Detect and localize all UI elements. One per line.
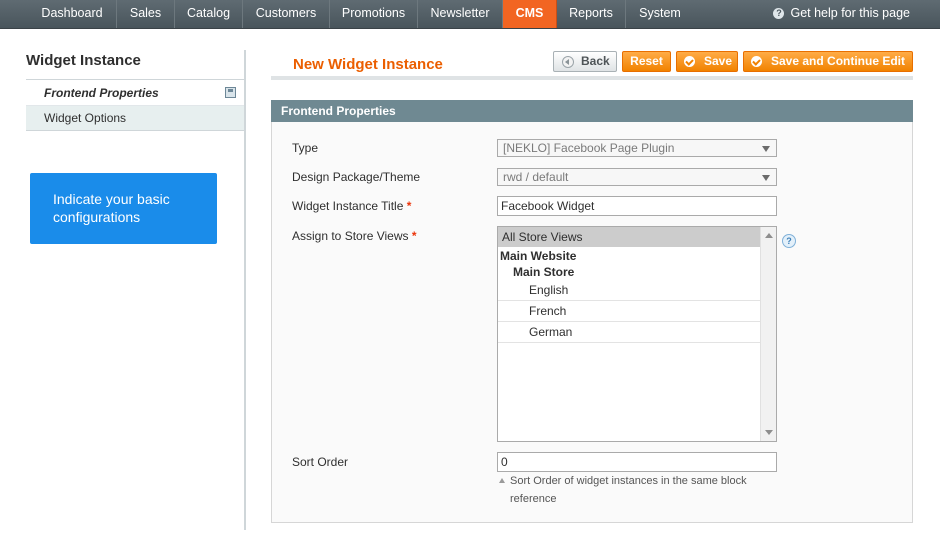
store-view-option-all[interactable]: All Store Views bbox=[498, 227, 761, 247]
sidebar-tab-label: Widget Options bbox=[44, 111, 127, 125]
hint-text: Indicate your basic configurations bbox=[53, 191, 170, 225]
type-label: Type bbox=[292, 141, 319, 155]
design-theme-label: Design Package/Theme bbox=[292, 170, 421, 184]
nav-item-cms[interactable]: CMS bbox=[503, 0, 557, 28]
store-views-multiselect[interactable]: All Store Views Main Website Main Store … bbox=[497, 226, 777, 442]
dropdown-arrow-icon bbox=[762, 175, 770, 181]
type-select-value: [NEKLO] Facebook Page Plugin bbox=[503, 141, 675, 155]
nav-item-system[interactable]: System bbox=[626, 0, 694, 28]
sidebar-tab-widget-options[interactable]: Widget Options bbox=[26, 106, 244, 131]
fieldset-header: Frontend Properties bbox=[271, 100, 913, 122]
nav-item-promotions[interactable]: Promotions bbox=[330, 0, 418, 28]
store-views-label: Assign to Store Views * bbox=[292, 229, 417, 243]
multiselect-scrollbar[interactable] bbox=[760, 227, 776, 441]
dropdown-arrow-icon bbox=[762, 146, 770, 152]
store-view-group-website: Main Website bbox=[500, 249, 577, 263]
top-navigation: Dashboard Sales Catalog Customers Promot… bbox=[0, 0, 940, 29]
nav-item-reports[interactable]: Reports bbox=[557, 0, 626, 28]
scroll-down-arrow-icon[interactable] bbox=[765, 430, 773, 435]
save-button-label: Save bbox=[704, 54, 733, 68]
nav-item-customers[interactable]: Customers bbox=[243, 0, 330, 28]
widget-title-input[interactable]: Facebook Widget bbox=[497, 196, 777, 216]
nav-item-newsletter[interactable]: Newsletter bbox=[418, 0, 503, 28]
page-title: New Widget Instance bbox=[293, 56, 443, 73]
help-link-label: Get help for this page bbox=[790, 6, 910, 20]
save-button[interactable]: Save bbox=[676, 51, 738, 72]
header-divider bbox=[271, 76, 913, 80]
scroll-up-arrow-icon[interactable] bbox=[765, 233, 773, 238]
store-view-option-french[interactable]: French bbox=[498, 301, 761, 322]
sidebar-divider bbox=[26, 79, 245, 80]
store-view-option-german[interactable]: German bbox=[498, 322, 761, 343]
sort-order-note-text: Sort Order of widget instances in the sa… bbox=[510, 475, 747, 505]
type-select[interactable]: [NEKLO] Facebook Page Plugin bbox=[497, 139, 777, 157]
back-button[interactable]: Back bbox=[553, 51, 617, 72]
sidebar-title: Widget Instance bbox=[26, 52, 141, 69]
sidebar-tab-label: Frontend Properties bbox=[44, 86, 159, 100]
nav-item-dashboard[interactable]: Dashboard bbox=[28, 0, 117, 28]
changed-save-icon bbox=[225, 87, 236, 98]
sidebar-border bbox=[244, 50, 246, 530]
back-arrow-icon bbox=[562, 56, 574, 68]
store-views-label-text: Assign to Store Views bbox=[292, 229, 409, 243]
help-icon: ? bbox=[773, 8, 785, 19]
required-asterisk: * bbox=[406, 199, 412, 213]
checkmark-icon bbox=[751, 56, 762, 67]
back-button-label: Back bbox=[581, 54, 610, 68]
store-view-group-store: Main Store bbox=[513, 265, 575, 279]
sidebar-tab-frontend-properties[interactable]: Frontend Properties bbox=[26, 81, 244, 106]
hint-callout: Indicate your basic configurations bbox=[30, 173, 217, 244]
nav-item-sales[interactable]: Sales bbox=[117, 0, 175, 28]
widget-title-label-text: Widget Instance Title bbox=[292, 199, 404, 213]
design-theme-value: rwd / default bbox=[503, 170, 569, 184]
required-asterisk: * bbox=[411, 229, 417, 243]
help-link[interactable]: ? Get help for this page bbox=[773, 0, 910, 28]
nav-item-catalog[interactable]: Catalog bbox=[175, 0, 243, 28]
note-triangle-icon bbox=[499, 478, 505, 483]
save-and-continue-label: Save and Continue Edit bbox=[771, 54, 906, 68]
save-and-continue-button[interactable]: Save and Continue Edit bbox=[743, 51, 913, 72]
reset-button[interactable]: Reset bbox=[622, 51, 671, 72]
question-help-icon[interactable]: ? bbox=[782, 234, 796, 248]
widget-title-label: Widget Instance Title * bbox=[292, 199, 411, 213]
store-view-option-english[interactable]: English bbox=[498, 280, 761, 301]
sort-order-note: Sort Order of widget instances in the sa… bbox=[497, 472, 767, 508]
sort-order-label: Sort Order bbox=[292, 455, 349, 469]
sort-order-input[interactable]: 0 bbox=[497, 452, 777, 472]
checkmark-icon bbox=[684, 56, 695, 67]
design-theme-select[interactable]: rwd / default bbox=[497, 168, 777, 186]
